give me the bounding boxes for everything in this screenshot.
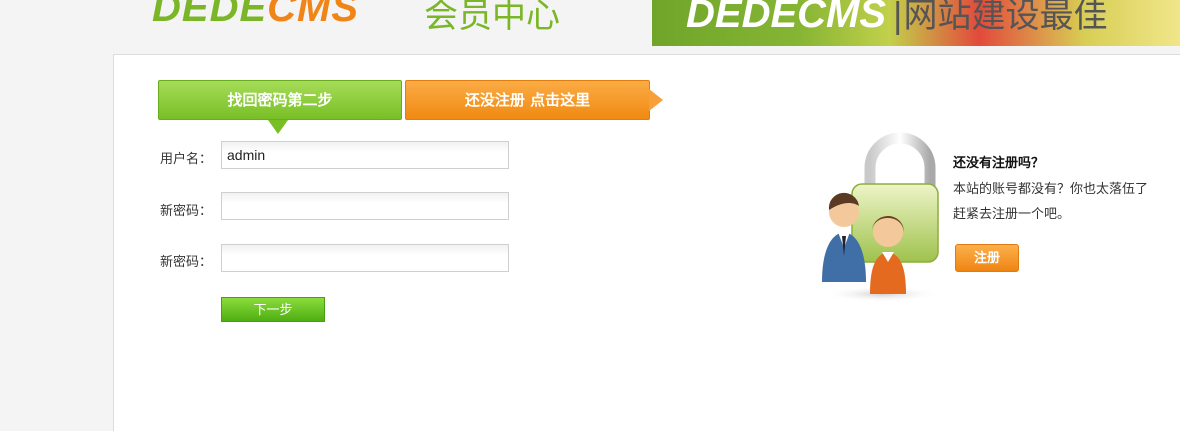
banner-text: DEDECMS |网站建设最佳 <box>686 0 1108 37</box>
new-password-field[interactable] <box>221 192 509 220</box>
logo-subtitle: 会员中心 <box>424 0 560 36</box>
banner-main-text: DEDECMS <box>686 0 887 36</box>
register-prompt-text: 本站的账号都没有？你也太落伍了 <box>953 182 1149 197</box>
confirm-password-label: 新密码： <box>160 255 213 270</box>
register-prompt-text-2: 赶紧去注册一个吧。 <box>953 207 1071 222</box>
active-tab-indicator <box>268 120 288 134</box>
register-prompt-title: 还没有注册吗？ <box>953 156 1045 171</box>
username-field[interactable] <box>221 141 509 169</box>
site-logo: DEDECMS <box>152 0 359 32</box>
tab-find-password-step2: 找回密码第二步 <box>158 80 402 120</box>
tab-register-link[interactable]: 还没注册 点击这里 <box>405 80 650 120</box>
next-step-button[interactable]: 下一步 <box>221 297 325 322</box>
logo-main-text: DEDE <box>152 0 268 30</box>
confirm-password-field[interactable] <box>221 244 509 272</box>
header-banner: DEDECMS |网站建设最佳 <box>652 0 1180 46</box>
new-password-label: 新密码： <box>160 204 213 219</box>
register-tab-arrow <box>649 89 663 111</box>
banner-sub-text: |网站建设最佳 <box>892 0 1108 36</box>
username-label: 用户名： <box>160 152 213 167</box>
register-button[interactable]: 注册 <box>955 244 1019 272</box>
logo-accent-text: CMS <box>267 0 360 30</box>
users-lock-icon <box>822 132 940 302</box>
